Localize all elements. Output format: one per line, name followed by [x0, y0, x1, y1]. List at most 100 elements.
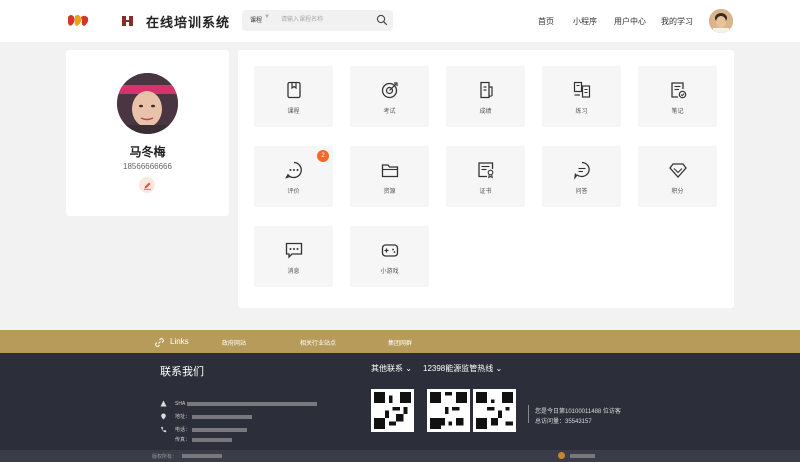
- diamond-icon: [669, 163, 687, 178]
- target-icon: [381, 82, 398, 99]
- qr-code-icon: [430, 392, 467, 429]
- tile-label: 课程: [287, 109, 300, 115]
- copyright-label: 版权所有：: [152, 454, 178, 460]
- contact-address: 地址：: [160, 413, 253, 420]
- tile-label: 成绩: [479, 109, 492, 115]
- contact-phone: 电话：: [160, 426, 248, 433]
- tile-mini-game[interactable]: 小游戏: [350, 226, 429, 287]
- chevron-down-icon: ⌄: [495, 364, 503, 373]
- unread-badge: 2: [317, 150, 329, 162]
- blurred-text: [192, 437, 233, 442]
- blurred-text: [570, 454, 595, 458]
- note-icon: [671, 82, 687, 99]
- tile-points[interactable]: 积分: [638, 146, 717, 207]
- blurred-text: [187, 401, 318, 406]
- link-icon: [155, 338, 164, 347]
- tile-label: 笔记: [671, 109, 684, 115]
- fax-label: 传真：: [175, 437, 191, 443]
- hotline-dropdown[interactable]: 12398能源监管热线 ⌄: [423, 363, 502, 374]
- tile-label: 证书: [479, 189, 492, 195]
- profile-photo: [117, 73, 178, 134]
- tile-label: 练习: [575, 109, 588, 115]
- practice-icon: [573, 81, 591, 98]
- address-label: 地址：: [175, 414, 191, 420]
- link-group[interactable]: 集团网群: [388, 338, 412, 347]
- visitor-today: 您是今日第10100011488 位访客: [535, 409, 621, 415]
- blurred-text: [192, 427, 248, 432]
- police-badge-icon: [558, 452, 565, 459]
- tile-label: 资源: [383, 189, 396, 195]
- tile-exam[interactable]: 考试: [350, 66, 429, 127]
- chevron-down-icon[interactable]: ▼: [264, 14, 270, 20]
- qr-code: [427, 389, 470, 432]
- profile-name: 马冬梅: [129, 145, 166, 159]
- phone-icon: [161, 426, 167, 433]
- tile-note[interactable]: 笔记: [638, 66, 717, 127]
- tile-course[interactable]: 课程: [254, 66, 333, 127]
- nav-my-learning[interactable]: 我的学习: [661, 16, 693, 27]
- score-icon: [480, 81, 493, 99]
- search-icon[interactable]: [376, 14, 388, 26]
- links-title: Links: [170, 337, 189, 346]
- address-prefix: SHA: [175, 400, 186, 407]
- profile-card: 马冬梅 18566666666: [66, 50, 229, 216]
- qr-code: [473, 389, 516, 432]
- phone-label: 电话：: [175, 427, 191, 433]
- header: 在线培训系统 课程 ▼ 首页 小程序 用户中心 我的学习: [0, 0, 800, 42]
- qr-code: [371, 389, 414, 432]
- edit-profile-button[interactable]: [139, 177, 155, 193]
- search-category[interactable]: 课程: [250, 15, 262, 24]
- other-contact-label: 其他联系: [371, 364, 403, 373]
- avatar-image: [709, 9, 733, 33]
- blurred-text: [182, 454, 222, 458]
- nav-user-center[interactable]: 用户中心: [614, 16, 646, 27]
- pencil-icon: [143, 182, 151, 190]
- tile-message[interactable]: 消息: [254, 226, 333, 287]
- qa-icon: [574, 161, 590, 180]
- tile-certificate[interactable]: 证书: [446, 146, 525, 207]
- links-bar: Links 政府网站 相关行业站点 集团网群: [0, 330, 800, 353]
- blurred-text: [192, 414, 253, 419]
- message-icon: [285, 242, 303, 259]
- footer: 联系我们 其他联系 ⌄ 12398能源监管热线 ⌄ SHA 地址： 电话： 传真…: [0, 353, 800, 462]
- location-icon: [161, 413, 166, 420]
- contact-fax: 传真：: [175, 436, 233, 443]
- other-contact-dropdown[interactable]: 其他联系 ⌄: [371, 363, 412, 374]
- hotline-label: 12398能源监管热线: [423, 364, 494, 373]
- tile-resource[interactable]: 资源: [350, 146, 429, 207]
- function-panel: 课程 考试 成绩 练习 笔记 评价 2 资源 证书 问答 积分 消息 小游戏: [238, 50, 734, 308]
- book-icon: [287, 81, 301, 99]
- qr-code-icon: [476, 392, 513, 429]
- tile-label: 消息: [287, 269, 300, 275]
- divider: [528, 405, 529, 423]
- profile-phone: 18566666666: [123, 162, 172, 171]
- copyright-bar: 版权所有：: [0, 450, 800, 462]
- search-input[interactable]: [281, 13, 371, 27]
- visitor-total: 总访问量：35543157: [535, 419, 592, 425]
- chevron-down-icon: ⌄: [405, 364, 412, 373]
- search-bar: 课程 ▼: [242, 10, 393, 31]
- emblem-icon: [122, 16, 133, 26]
- nav-home[interactable]: 首页: [538, 16, 554, 27]
- profile-avatar: [117, 73, 178, 134]
- tile-label: 评价: [287, 189, 300, 195]
- folder-icon: [381, 164, 399, 178]
- nav-mini-program[interactable]: 小程序: [573, 16, 597, 27]
- avatar[interactable]: [709, 9, 733, 33]
- tile-qa[interactable]: 问答: [542, 146, 621, 207]
- link-industry[interactable]: 相关行业站点: [300, 338, 336, 347]
- company-icon: [160, 400, 167, 407]
- tile-label: 考试: [383, 109, 396, 115]
- tile-label: 小游戏: [380, 269, 399, 275]
- logo-icon[interactable]: [66, 13, 90, 29]
- tile-label: 积分: [671, 189, 684, 195]
- contact-company: SHA: [160, 400, 318, 407]
- tile-practice[interactable]: 练习: [542, 66, 621, 127]
- link-government[interactable]: 政府网站: [222, 338, 246, 347]
- gamepad-icon: [381, 244, 399, 257]
- site-title: 在线培训系统: [146, 15, 231, 30]
- contact-title: 联系我们: [160, 366, 204, 378]
- certificate-icon: [478, 162, 494, 179]
- tile-label: 问答: [575, 189, 588, 195]
- tile-score[interactable]: 成绩: [446, 66, 525, 127]
